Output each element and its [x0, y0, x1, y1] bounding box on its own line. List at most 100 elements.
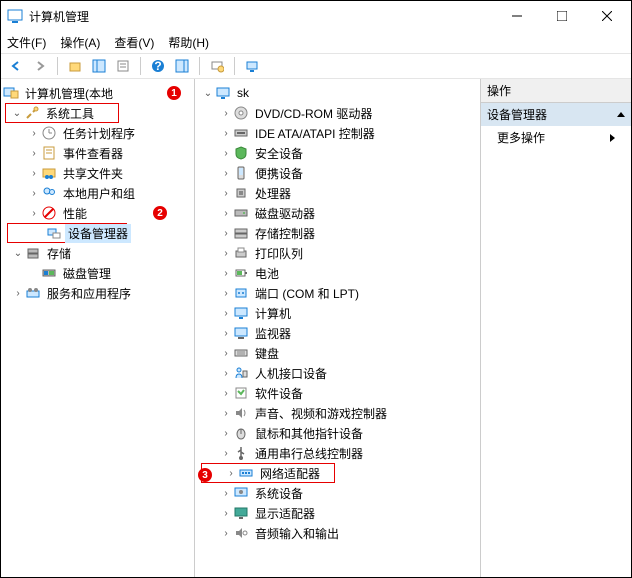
- device-network[interactable]: ›网络适配器: [201, 463, 335, 483]
- tree-performance[interactable]: › 性能 2: [3, 203, 192, 223]
- device-portable[interactable]: ›便携设备: [197, 163, 478, 183]
- device-tree-pane[interactable]: ⌄sk›DVD/CD-ROM 驱动器›IDE ATA/ATAPI 控制器›安全设…: [195, 79, 481, 577]
- tree-label: 存储: [44, 244, 74, 263]
- device-monitor[interactable]: ›监视器: [197, 323, 478, 343]
- properties-button[interactable]: [112, 55, 134, 77]
- expand-icon[interactable]: ›: [27, 148, 41, 159]
- left-tree-pane[interactable]: 计算机管理(本地 1 ⌄ 系统工具 › 任务计划程序 › 事件查看器 ›: [1, 79, 195, 577]
- tree-label: 共享文件夹: [60, 164, 126, 183]
- tree-root-computer-mgmt[interactable]: 计算机管理(本地 1: [3, 83, 192, 103]
- tree-label: IDE ATA/ATAPI 控制器: [252, 124, 378, 143]
- device-cpu[interactable]: ›处理器: [197, 183, 478, 203]
- device-hid[interactable]: ›人机接口设备: [197, 363, 478, 383]
- collapse-icon[interactable]: ⌄: [201, 88, 215, 99]
- tree-label: 存储控制器: [252, 224, 318, 243]
- device-usb_serial[interactable]: ›通用串行总线控制器: [197, 443, 478, 463]
- expand-icon[interactable]: ›: [219, 288, 233, 299]
- expand-icon[interactable]: ›: [27, 168, 41, 179]
- device-audio_io[interactable]: ›音频输入和输出: [197, 523, 478, 543]
- tree-disk-mgmt[interactable]: 磁盘管理: [3, 263, 192, 283]
- expand-icon[interactable]: ›: [27, 128, 41, 139]
- action-pane-button[interactable]: [171, 55, 193, 77]
- tree-event-viewer[interactable]: › 事件查看器: [3, 143, 192, 163]
- expand-icon[interactable]: ›: [219, 488, 233, 499]
- network-icon: [238, 465, 254, 481]
- expand-icon[interactable]: ›: [27, 208, 41, 219]
- expand-icon[interactable]: ›: [219, 188, 233, 199]
- actions-selected-item[interactable]: 设备管理器: [481, 103, 631, 126]
- actions-more[interactable]: 更多操作: [481, 126, 631, 149]
- back-button[interactable]: [5, 55, 27, 77]
- device-security[interactable]: ›安全设备: [197, 143, 478, 163]
- expand-icon[interactable]: ›: [219, 228, 233, 239]
- maximize-button[interactable]: [539, 2, 584, 30]
- tree-device-manager[interactable]: 设备管理器: [7, 223, 127, 243]
- device-mouse[interactable]: ›鼠标和其他指针设备: [197, 423, 478, 443]
- actions-pane: 操作 设备管理器 更多操作: [481, 79, 631, 577]
- tree-label: 计算机: [252, 304, 294, 323]
- close-button[interactable]: [584, 2, 629, 30]
- device-storage_ctrl[interactable]: › 存储控制器: [197, 223, 478, 243]
- device-disk_drives[interactable]: › 磁盘驱动器: [197, 203, 478, 223]
- device-print_queue[interactable]: ›打印队列: [197, 243, 478, 263]
- tree-label: 本地用户和组: [60, 184, 138, 203]
- expand-icon[interactable]: ›: [219, 128, 233, 139]
- tree-storage[interactable]: ⌄ 存储: [3, 243, 192, 263]
- expand-icon[interactable]: ›: [219, 428, 233, 439]
- add-legacy-hardware-button[interactable]: [241, 55, 263, 77]
- up-button[interactable]: [64, 55, 86, 77]
- device-computer[interactable]: › 计算机: [197, 303, 478, 323]
- device-root[interactable]: ⌄sk: [197, 83, 478, 103]
- expand-icon[interactable]: ›: [219, 448, 233, 459]
- expand-icon[interactable]: ›: [219, 408, 233, 419]
- expand-icon[interactable]: ›: [27, 188, 41, 199]
- minimize-button[interactable]: [494, 2, 539, 30]
- tree-label: 声音、视频和游戏控制器: [252, 404, 390, 423]
- device-display[interactable]: ›显示适配器: [197, 503, 478, 523]
- device-sound[interactable]: › 声音、视频和游戏控制器: [197, 403, 478, 423]
- app-icon: [7, 8, 23, 24]
- device-ports[interactable]: ›端口 (COM 和 LPT): [197, 283, 478, 303]
- expand-icon[interactable]: ›: [11, 288, 25, 299]
- expand-icon[interactable]: ›: [219, 108, 233, 119]
- toolbar: ?: [1, 53, 631, 79]
- expand-icon[interactable]: ›: [219, 508, 233, 519]
- expand-icon[interactable]: ›: [219, 368, 233, 379]
- expand-icon[interactable]: ›: [219, 388, 233, 399]
- tree-label: 磁盘驱动器: [252, 204, 318, 223]
- expand-icon[interactable]: ›: [219, 148, 233, 159]
- tree-system-tools[interactable]: ⌄ 系统工具: [5, 103, 119, 123]
- tree-shared-folders[interactable]: › 共享文件夹: [3, 163, 192, 183]
- badge-1: 1: [166, 85, 182, 101]
- expand-icon[interactable]: ›: [219, 348, 233, 359]
- forward-button[interactable]: [29, 55, 51, 77]
- help-button[interactable]: ?: [147, 55, 169, 77]
- tree-task-scheduler[interactable]: › 任务计划程序: [3, 123, 192, 143]
- device-keyboard[interactable]: ›键盘: [197, 343, 478, 363]
- system_dev-icon: [233, 485, 249, 501]
- collapse-icon[interactable]: ⌄: [11, 248, 25, 259]
- menu-view[interactable]: 查看(V): [114, 34, 154, 51]
- collapse-icon[interactable]: ⌄: [10, 108, 24, 119]
- device-battery[interactable]: ›电池: [197, 263, 478, 283]
- menu-file[interactable]: 文件(F): [7, 34, 46, 51]
- expand-icon[interactable]: ›: [219, 208, 233, 219]
- expand-icon[interactable]: ›: [219, 248, 233, 259]
- device-software_dev[interactable]: › 软件设备: [197, 383, 478, 403]
- device-ide[interactable]: › IDE ATA/ATAPI 控制器: [197, 123, 478, 143]
- device-system_dev[interactable]: ›系统设备: [197, 483, 478, 503]
- expand-icon[interactable]: ›: [219, 168, 233, 179]
- scan-hardware-button[interactable]: [206, 55, 228, 77]
- expand-icon[interactable]: ›: [219, 528, 233, 539]
- expand-icon[interactable]: ›: [219, 268, 233, 279]
- tree-label: 软件设备: [252, 384, 306, 403]
- tree-local-users[interactable]: › 本地用户和组: [3, 183, 192, 203]
- menu-action[interactable]: 操作(A): [60, 34, 100, 51]
- expand-icon[interactable]: ›: [219, 308, 233, 319]
- expand-icon[interactable]: ›: [219, 328, 233, 339]
- show-hide-tree-button[interactable]: [88, 55, 110, 77]
- menu-help[interactable]: 帮助(H): [168, 34, 209, 51]
- tree-services[interactable]: › 服务和应用程序: [3, 283, 192, 303]
- expand-icon[interactable]: ›: [224, 468, 238, 479]
- device-dvd[interactable]: ›DVD/CD-ROM 驱动器: [197, 103, 478, 123]
